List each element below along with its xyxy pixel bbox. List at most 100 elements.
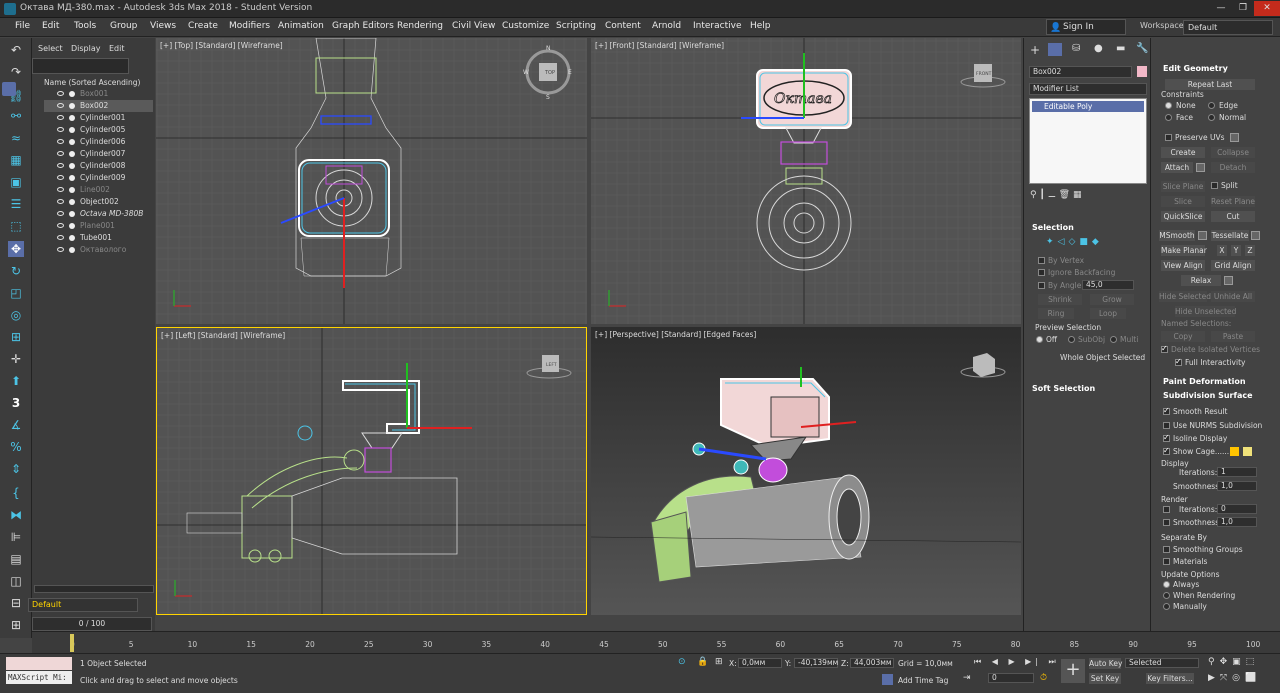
cage-selected-color-swatch[interactable] [1243, 447, 1252, 456]
place-icon[interactable]: ◎ [8, 307, 24, 323]
menu-customize[interactable]: Customize [502, 21, 549, 31]
tessellate-button[interactable]: Tessellate [1211, 230, 1249, 241]
detach-button[interactable]: Detach [1211, 162, 1255, 173]
quickslice-button[interactable]: QuickSlice [1161, 211, 1205, 222]
scene-column-header[interactable]: Name (Sorted Ascending) [44, 78, 140, 87]
scene-list-item[interactable]: Cylinder008 [44, 160, 153, 172]
spinner-snap-icon[interactable]: ⇕ [8, 461, 24, 477]
by-vertex-checkbox[interactable] [1038, 257, 1045, 264]
utilities-tab-icon[interactable]: 🔧 [1136, 43, 1148, 54]
preview-multi-radio[interactable] [1110, 336, 1117, 343]
scene-list-item[interactable]: Cylinder001 [44, 112, 153, 124]
menu-graph-editors[interactable]: Graph Editors [332, 21, 394, 31]
menu-animation[interactable]: Animation [278, 21, 324, 31]
visibility-eye-icon[interactable] [57, 235, 64, 240]
freeze-icon[interactable] [69, 103, 75, 109]
show-cage-checkbox[interactable] [1163, 446, 1170, 455]
constraint-edge-radio[interactable] [1208, 102, 1215, 109]
workspaces-dropdown[interactable]: Default [1183, 20, 1273, 35]
visibility-eye-icon[interactable] [57, 139, 64, 144]
smoothing-groups-checkbox[interactable] [1163, 546, 1170, 553]
track-bar[interactable]: 0510152025303540455055606570758085909510… [32, 631, 1280, 653]
freeze-icon[interactable] [69, 235, 75, 241]
create-tab-icon[interactable]: + [1030, 43, 1040, 57]
cut-button[interactable]: Cut [1211, 211, 1255, 222]
make-planar-button[interactable]: Make Planar [1161, 245, 1207, 256]
reset-plane-button[interactable]: Reset Plane [1211, 196, 1255, 207]
by-angle-spinner[interactable]: 45,0 [1082, 280, 1134, 290]
tessellate-settings-icon[interactable] [1251, 231, 1260, 240]
key-mode-icon[interactable]: ⇥ [963, 673, 971, 683]
freeze-icon[interactable] [69, 163, 75, 169]
scene-list-item[interactable]: Line002 [44, 184, 153, 196]
scene-list-item[interactable]: Plane001 [44, 220, 153, 232]
coordinate-center-icon[interactable]: ✛ [8, 351, 24, 367]
viewport-left[interactable]: LEFT [+] [Left] [Standard] [Wireframe] [156, 327, 587, 615]
viewcube[interactable] [960, 353, 1006, 378]
relax-button[interactable]: Relax [1181, 275, 1221, 286]
grow-button[interactable]: Grow [1090, 294, 1134, 305]
modify-tab-icon[interactable] [1048, 43, 1062, 56]
object-color-swatch[interactable] [1137, 66, 1147, 77]
freeze-icon[interactable] [69, 199, 75, 205]
visibility-eye-icon[interactable] [57, 163, 64, 168]
stack-item-editable-poly[interactable]: Editable Poly [1032, 101, 1144, 112]
close-icon[interactable]: ✕ [1254, 1, 1280, 16]
viewport-navigation-controls[interactable]: ⚲✥▣⬚ [1208, 657, 1259, 667]
menu-create[interactable]: Create [188, 21, 218, 31]
z-coordinate-input[interactable]: 44,003мм [850, 658, 894, 668]
schematic-view-icon[interactable]: ⊞ [8, 617, 24, 633]
bind-space-warp-icon[interactable]: ≈ [8, 130, 24, 146]
display-tab-icon[interactable]: ▬ [1116, 43, 1125, 54]
undo-icon[interactable]: ↶ [8, 42, 24, 58]
maxscript-listener-output[interactable] [6, 657, 72, 670]
angle-snap-icon[interactable]: ∡ [8, 417, 24, 433]
soft-selection-rollout-header[interactable]: Soft Selection [1032, 384, 1095, 393]
freeze-icon[interactable] [69, 247, 75, 253]
visibility-eye-icon[interactable] [57, 115, 64, 120]
scene-list-item[interactable]: Object002 [44, 196, 153, 208]
preview-off-radio[interactable] [1036, 336, 1043, 343]
isoline-display-checkbox[interactable] [1163, 433, 1170, 442]
scene-list-item[interactable]: Box001 [44, 88, 153, 100]
menu-arnold[interactable]: Arnold [652, 21, 681, 31]
collapse-button[interactable]: Collapse [1211, 147, 1255, 158]
viewport-top-label[interactable]: [+] [Top] [Standard] [Wireframe] [160, 41, 283, 50]
scene-list-item[interactable]: Октаволого [44, 244, 153, 256]
set-key-icon[interactable]: + [1061, 659, 1085, 683]
motion-tab-icon[interactable]: ● [1094, 43, 1103, 54]
maximize-icon[interactable]: ❐ [1232, 1, 1254, 16]
isolate-icon[interactable]: ⊙ [678, 657, 686, 667]
scene-list-item[interactable]: Cylinder005 [44, 124, 153, 136]
sign-in-button[interactable]: 👤 Sign In [1046, 19, 1126, 35]
selected-set-dropdown[interactable]: Selected [1125, 658, 1199, 668]
full-interactivity-checkbox[interactable] [1175, 357, 1182, 366]
hide-unselected-button[interactable]: Hide Unselected [1175, 306, 1236, 317]
select-object-icon[interactable]: ▣ [8, 174, 24, 190]
loop-button[interactable]: Loop [1090, 308, 1126, 319]
playback-controls[interactable]: ⏮ ◀ ▶ ▶| ⏭ [974, 657, 1060, 667]
current-frame-input[interactable]: 0 [988, 673, 1034, 683]
delete-isolated-checkbox[interactable] [1161, 344, 1168, 353]
curve-editor-icon[interactable]: ⊟ [8, 595, 24, 611]
layer-explorer-icon[interactable]: ◫ [8, 573, 24, 589]
snap-3d-icon[interactable]: 3 [8, 395, 24, 411]
freeze-icon[interactable] [69, 223, 75, 229]
freeze-icon[interactable] [69, 127, 75, 133]
constraint-none-radio[interactable] [1165, 102, 1172, 109]
subobject-level-icons[interactable]: ✦◁◇■◆ [1046, 237, 1126, 249]
selection-rollout-header[interactable]: Selection [1032, 223, 1074, 232]
visibility-eye-icon[interactable] [57, 199, 64, 204]
time-tag-icon[interactable] [882, 674, 893, 685]
modifier-list-dropdown[interactable]: Modifier List [1029, 83, 1147, 95]
update-manually-radio[interactable] [1163, 603, 1170, 610]
move-icon[interactable]: ✥ [8, 241, 24, 257]
viewport-navigation-controls-2[interactable]: ▶⤧◎⬜ [1208, 673, 1261, 683]
auto-key-button[interactable]: Auto Key [1089, 658, 1122, 669]
visibility-eye-icon[interactable] [57, 127, 64, 132]
scene-scrollbar[interactable] [34, 585, 154, 593]
planar-y-button[interactable]: Y [1231, 245, 1241, 256]
subdivision-surface-rollout-header[interactable]: Subdivision Surface [1163, 391, 1253, 400]
y-coordinate-input[interactable]: -40,139мм [794, 658, 838, 668]
viewport-front[interactable]: Октава FRONT [+] [Front] [Standard] [Wir… [591, 38, 1021, 324]
